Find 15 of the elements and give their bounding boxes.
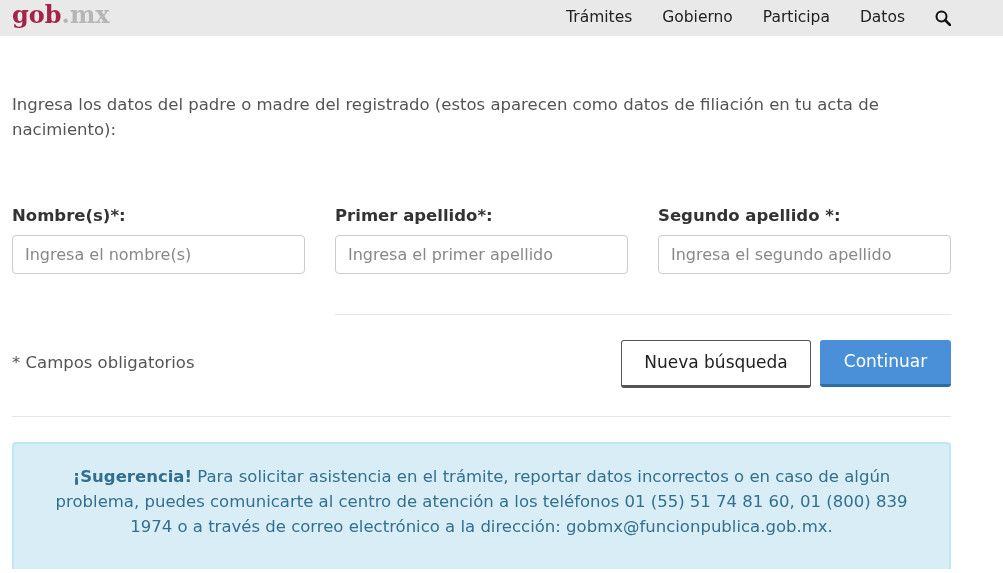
suggestion-alert: ¡Sugerencia! Para solicitar asistencia en el trámite, reportar datos incorrectos o en caso de algún problema, puedes comunicarte al centro de atención a los teléfonos 01 (55) 51 74 81 60, 01 (800) 839 1974 o a través de correo electrónico a la dirección: gobmx@funcionpublica.gob.mx. <box>12 441 951 569</box>
field-label: Primer apellido*: <box>335 205 494 227</box>
intro-text: Ingresa los datos del padre o madre del registrado (estos aparecen como datos de filiación en tu acta de nacimiento): <box>12 94 880 141</box>
nav-link[interactable]: Trámites <box>566 6 633 30</box>
input-field[interactable]: Ingresa el nombre(s) <box>12 234 305 274</box>
new-search-button[interactable]: Nueva búsqueda <box>621 339 811 388</box>
search-icon[interactable] <box>935 10 951 26</box>
nav-link[interactable]: Participa <box>762 6 830 30</box>
field-label: Segundo apellido *: <box>658 205 842 227</box>
input-field[interactable]: Ingresa el primer apellido <box>335 234 628 274</box>
input-field[interactable]: Ingresa el segundo apellido <box>658 234 951 274</box>
required-note: * Campos obligatorios <box>12 352 195 375</box>
nav-link[interactable]: Gobierno <box>662 6 733 30</box>
nav-link[interactable]: Datos <box>859 6 905 30</box>
field-label: Nombre(s)*: <box>12 205 127 227</box>
